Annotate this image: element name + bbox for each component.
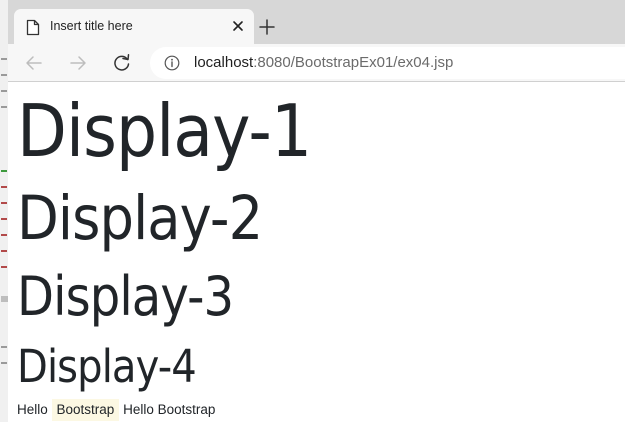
arrow-left-icon[interactable] bbox=[24, 53, 44, 73]
url-text[interactable]: localhost:8080/BootstrapEx01/ex04.jsp bbox=[194, 54, 453, 71]
display-4-heading: Display-4 bbox=[17, 340, 197, 393]
plus-icon[interactable] bbox=[258, 18, 276, 36]
url-path: :8080/BootstrapEx01/ex04.jsp bbox=[253, 54, 454, 71]
tab-title: Insert title here bbox=[50, 19, 133, 33]
tab-active[interactable]: Insert title here bbox=[14, 9, 254, 44]
browser-window: Insert title here localhost:8080/Bootstr… bbox=[8, 0, 625, 422]
hello-text: Hello bbox=[17, 402, 48, 417]
hello-paragraph: Hello Bootstrap Hello Bootstrap bbox=[17, 399, 216, 421]
display-2-heading: Display-2 bbox=[17, 183, 263, 254]
display-3-heading: Display-3 bbox=[17, 265, 234, 328]
close-icon[interactable] bbox=[230, 18, 246, 34]
highlighted-text: Bootstrap bbox=[51, 399, 120, 421]
address-bar[interactable]: localhost:8080/BootstrapEx01/ex04.jsp bbox=[150, 47, 625, 79]
info-icon[interactable] bbox=[164, 55, 180, 71]
browser-toolbar: localhost:8080/BootstrapEx01/ex04.jsp bbox=[8, 44, 625, 82]
arrow-right-icon[interactable] bbox=[68, 53, 88, 73]
tab-strip: Insert title here bbox=[8, 0, 625, 44]
document-icon bbox=[26, 19, 40, 36]
hello-bootstrap-text: Hello Bootstrap bbox=[123, 402, 216, 417]
page-content: Display-1 Display-2 Display-3 Display-4 … bbox=[8, 83, 625, 422]
reload-icon[interactable] bbox=[112, 53, 132, 73]
display-1-heading: Display-1 bbox=[17, 89, 312, 173]
url-host: localhost bbox=[194, 54, 254, 71]
